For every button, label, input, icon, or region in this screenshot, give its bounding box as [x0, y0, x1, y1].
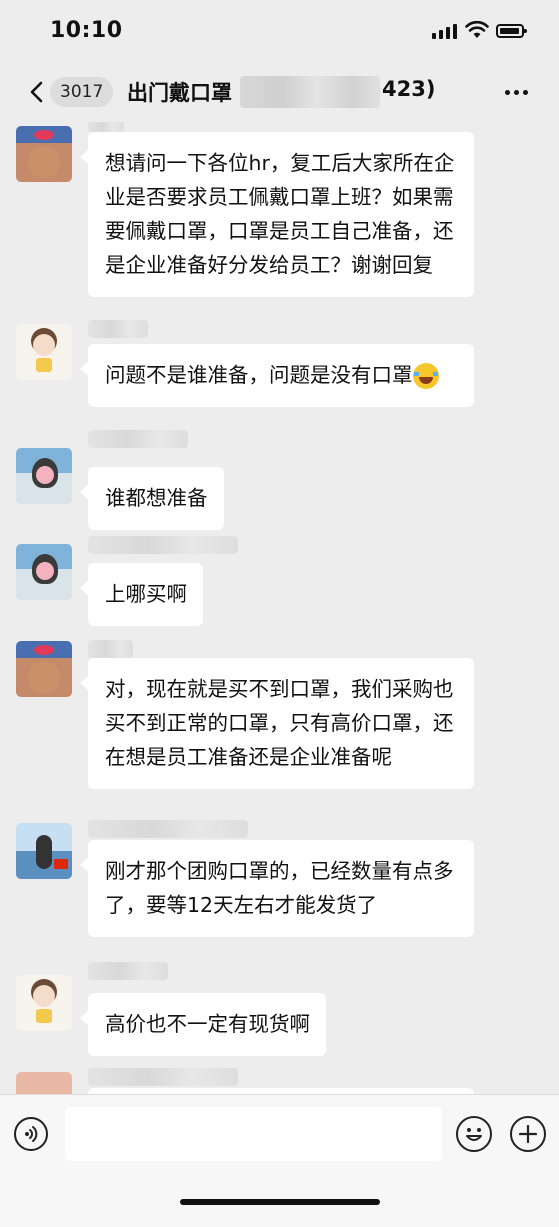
status-bar: 10:10: [0, 0, 559, 62]
message-text: 想请问一下各位hr，复工后大家所在企业是否要求员工佩戴口罩上班？如果需要佩戴口罩…: [105, 151, 455, 277]
sender-name-redacted: [88, 320, 148, 338]
avatar[interactable]: [16, 641, 72, 697]
message-bubble[interactable]: 谁都想准备: [80, 467, 224, 530]
message-text: 谁都想准备: [105, 486, 208, 510]
sender-name-redacted: [88, 430, 188, 448]
message-bubble[interactable]: 上哪买啊: [80, 563, 203, 626]
title-redaction: [240, 76, 380, 108]
face-with-tears-of-joy-icon: [412, 363, 439, 389]
message-text: 对，现在就是买不到口罩，我们采购也买不到正常的口罩，只有高价口罩，还在想是员工准…: [105, 677, 454, 769]
voice-icon[interactable]: [14, 1117, 48, 1151]
message-bubble[interactable]: 高价也不一定有现货啊: [80, 993, 326, 1056]
avatar[interactable]: [16, 544, 72, 600]
unread-count-badge[interactable]: 3017: [50, 77, 114, 107]
message-bubble[interactable]: 问题不是谁准备，问题是没有口罩: [80, 344, 474, 407]
avatar[interactable]: [16, 324, 72, 380]
sender-name-redacted: [88, 820, 248, 838]
message-bubble[interactable]: 想请问一下各位hr，复工后大家所在企业是否要求员工佩戴口罩上班？如果需要佩戴口罩…: [80, 132, 474, 297]
sender-name-redacted: [88, 536, 238, 554]
home-indicator[interactable]: [180, 1199, 380, 1205]
smiley-icon[interactable]: [456, 1116, 492, 1152]
chat-title-member-count: 423): [382, 77, 436, 101]
input-bar: [0, 1094, 559, 1227]
sender-name-redacted: [88, 962, 168, 980]
signal-icon: [432, 24, 457, 39]
sender-name-redacted: [88, 640, 133, 658]
avatar[interactable]: [16, 823, 72, 879]
more-dots-icon[interactable]: [505, 90, 528, 95]
message-input[interactable]: [65, 1107, 442, 1161]
battery-icon: [496, 24, 527, 38]
status-time: 10:10: [50, 18, 123, 43]
message-bubble[interactable]: 对，现在就是买不到口罩，我们采购也买不到正常的口罩，只有高价口罩，还在想是员工准…: [80, 658, 474, 789]
avatar[interactable]: [16, 448, 72, 504]
message-bubble[interactable]: 刚才那个团购口罩的，已经数量有点多了，要等12天左右才能发货了: [80, 840, 474, 937]
wifi-icon: [465, 20, 489, 38]
avatar[interactable]: [16, 1072, 72, 1094]
message-text: 问题不是谁准备，问题是没有口罩: [105, 363, 413, 387]
sender-name-redacted: [88, 1068, 238, 1086]
message-list[interactable]: 想请问一下各位hr，复工后大家所在企业是否要求员工佩戴口罩上班？如果需要佩戴口罩…: [0, 122, 559, 1094]
chat-header: 3017 出门戴口罩 423): [0, 62, 559, 122]
avatar[interactable]: [16, 126, 72, 182]
message-text: 高价也不一定有现货啊: [105, 1012, 310, 1036]
chat-title: 出门戴口罩: [127, 81, 232, 105]
plus-icon[interactable]: [510, 1116, 546, 1152]
message-text: 刚才那个团购口罩的，已经数量有点多了，要等12天左右才能发货了: [105, 859, 454, 917]
message-text: 上哪买啊: [105, 582, 187, 606]
avatar[interactable]: [16, 975, 72, 1031]
chevron-left-icon[interactable]: [26, 80, 48, 104]
sender-name-redacted: [88, 122, 124, 132]
